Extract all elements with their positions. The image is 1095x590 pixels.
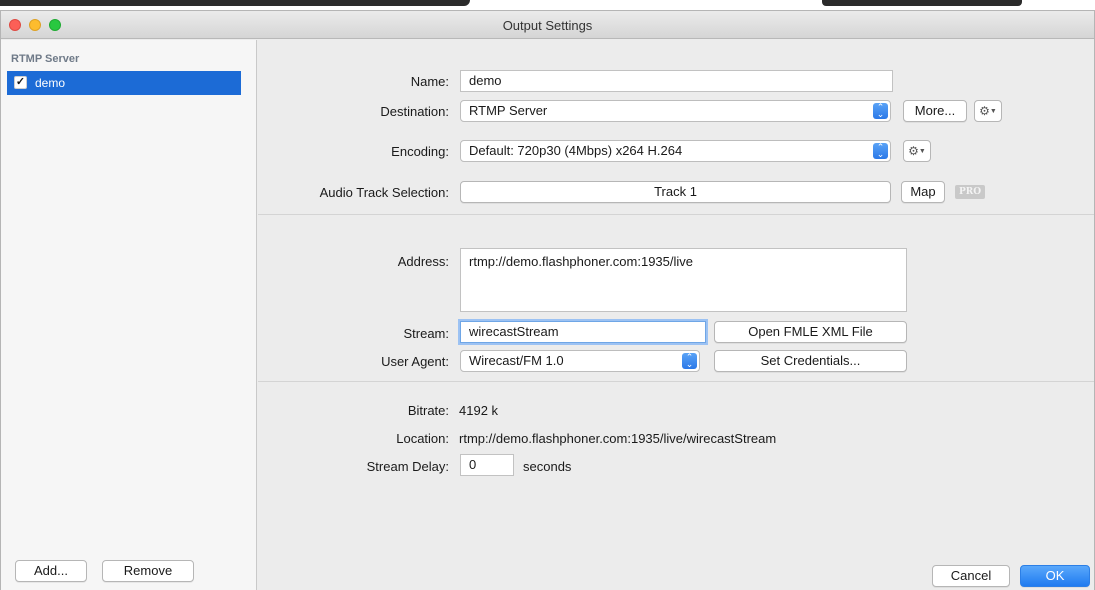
sidebar: RTMP Server ✓ demo Add... Remove: [1, 40, 257, 590]
section-divider: [258, 381, 1094, 382]
window-title: Output Settings: [502, 18, 593, 33]
stream-field[interactable]: wirecastStream: [460, 321, 706, 343]
stream-label: Stream:: [403, 326, 449, 341]
section-divider: [258, 214, 1094, 215]
chevron-down-icon: ▼: [918, 147, 926, 155]
set-credentials-button[interactable]: Set Credentials...: [714, 350, 907, 372]
encoding-popup[interactable]: Default: 720p30 (4Mbps) x264 H.264 ⌃ ⌄: [460, 140, 891, 162]
address-field[interactable]: rtmp://demo.flashphoner.com:1935/live: [460, 248, 907, 312]
chevron-up-down-icon: ⌃ ⌄: [873, 103, 888, 119]
stream-delay-label: Stream Delay:: [366, 459, 449, 474]
name-label: Name:: [410, 74, 449, 89]
encoding-label: Encoding:: [391, 144, 449, 159]
output-settings-window: Output Settings RTMP Server ✓ demo Add..…: [0, 10, 1095, 590]
bitrate-label: Bitrate:: [407, 403, 449, 418]
encoding-value: Default: 720p30 (4Mbps) x264 H.264: [469, 143, 683, 158]
checkmark-icon[interactable]: ✓: [14, 76, 27, 89]
map-button[interactable]: Map: [901, 181, 945, 203]
stream-delay-field[interactable]: 0: [460, 454, 514, 476]
more-button[interactable]: More...: [903, 100, 967, 122]
destination-popup[interactable]: RTMP Server ⌃ ⌄: [460, 100, 891, 122]
encoding-gear-menu[interactable]: ⚙▼: [903, 140, 931, 162]
add-button[interactable]: Add...: [15, 560, 87, 582]
chevron-up-down-icon: ⌃ ⌄: [682, 353, 697, 369]
cancel-button[interactable]: Cancel: [932, 565, 1010, 587]
sidebar-item-demo[interactable]: ✓ demo: [7, 71, 241, 95]
remove-button[interactable]: Remove: [102, 560, 194, 582]
ok-button[interactable]: OK: [1020, 565, 1090, 587]
chevron-down-icon: ▼: [989, 107, 997, 115]
location-label: Location:: [396, 431, 449, 446]
sidebar-header: RTMP Server: [11, 53, 80, 65]
gear-icon: ⚙: [908, 144, 919, 158]
settings-panel: Name: demo Destination: RTMP Server ⌃ ⌄ M…: [258, 40, 1094, 590]
open-fmle-xml-button[interactable]: Open FMLE XML File: [714, 321, 907, 343]
address-label: Address:: [397, 254, 449, 269]
location-value: rtmp://demo.flashphoner.com:1935/live/wi…: [459, 431, 777, 446]
chevron-up-down-icon: ⌃ ⌄: [873, 143, 888, 159]
user-agent-popup[interactable]: Wirecast/FM 1.0 ⌃ ⌄: [460, 350, 700, 372]
destination-label: Destination:: [380, 104, 449, 119]
name-field[interactable]: demo: [460, 70, 893, 92]
destination-value: RTMP Server: [469, 103, 548, 118]
title-bar[interactable]: Output Settings: [1, 11, 1094, 39]
sidebar-item-label: demo: [35, 76, 66, 90]
audio-track-label: Audio Track Selection:: [319, 185, 449, 200]
pro-badge: PRO: [955, 185, 985, 199]
background-window-edge: [0, 0, 470, 6]
bitrate-value: 4192 k: [459, 403, 499, 418]
user-agent-label: User Agent:: [381, 354, 449, 369]
audio-track-button[interactable]: Track 1: [460, 181, 891, 203]
gear-icon: ⚙: [979, 104, 990, 118]
background-window-edge: [822, 0, 1022, 6]
stream-delay-unit: seconds: [523, 459, 572, 474]
destination-gear-menu[interactable]: ⚙▼: [974, 100, 1002, 122]
user-agent-value: Wirecast/FM 1.0: [469, 353, 564, 368]
